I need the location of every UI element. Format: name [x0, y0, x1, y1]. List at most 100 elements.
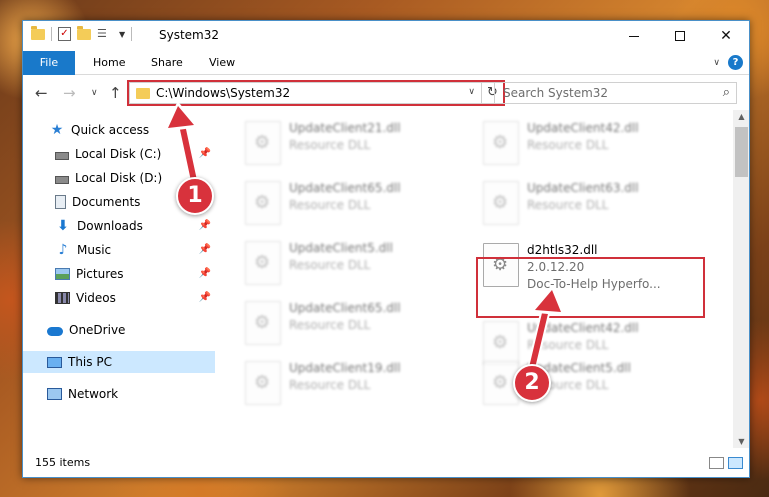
file-text: UpdateClient63.dll Resource DLL — [527, 178, 639, 228]
search-box[interactable]: Search System32 ⌕ — [494, 82, 737, 104]
file-description: Resource DLL — [289, 198, 371, 212]
sidebar-item-music[interactable]: ♪ Music 📌 — [23, 239, 215, 261]
sidebar-item-label: Network — [68, 387, 119, 401]
scroll-down-arrow-icon[interactable]: ▼ — [733, 437, 749, 446]
pin-icon: 📌 — [198, 268, 211, 279]
sidebar-item-label: Downloads — [77, 219, 143, 233]
navigation-bar: ← → ∨ ↑ C:\Windows\System32 ∨ ↻ Search S… — [23, 76, 749, 110]
expand-ribbon-icon[interactable]: ∨ — [713, 58, 720, 68]
sidebar-item-onedrive[interactable]: OneDrive — [23, 319, 215, 341]
sidebar-item-label: OneDrive — [69, 323, 126, 337]
sidebar-item-label: Videos — [76, 291, 116, 305]
file-name: UpdateClient5.dll — [289, 241, 393, 255]
search-icon[interactable]: ⌕ — [723, 85, 730, 100]
sidebar-item-downloads[interactable]: ⬇ Downloads 📌 — [23, 215, 215, 237]
quick-access-toolbar: ✓ ☰ ▼ — [31, 25, 133, 41]
file-item[interactable]: ⚙ UpdateClient65.dll Resource DLL — [245, 298, 475, 348]
status-bar: 155 items — [23, 448, 749, 477]
gear-icon: ⚙ — [492, 372, 509, 393]
file-item[interactable]: ⚙ UpdateClient63.dll Resource DLL — [483, 178, 713, 228]
sidebar-item-quick-access[interactable]: ★ Quick access — [23, 119, 215, 141]
sidebar-item-label: This PC — [68, 355, 112, 369]
file-description: Resource DLL — [289, 378, 371, 392]
toolbar-divider — [131, 27, 133, 41]
forward-arrow-icon[interactable]: → — [63, 84, 76, 102]
file-name: UpdateClient42.dll — [527, 121, 639, 135]
minimize-icon — [629, 35, 639, 37]
sidebar-item-label: Local Disk (C:) — [75, 147, 162, 161]
sidebar-item-this-pc[interactable]: This PC — [23, 351, 215, 373]
file-name: UpdateClient65.dll — [289, 181, 401, 195]
vertical-scrollbar[interactable]: ▲ ▼ — [733, 110, 749, 448]
sidebar-item-label: Music — [77, 243, 112, 257]
sidebar-item-network[interactable]: Network — [23, 383, 215, 405]
file-list: ⚙ UpdateClient21.dll Resource DLL ⚙ Upda… — [215, 110, 733, 448]
address-highlight-box — [127, 80, 505, 106]
dll-file-icon: ⚙ — [245, 301, 281, 345]
tiles-view-icon[interactable] — [728, 457, 743, 469]
file-text: UpdateClient65.dll Resource DLL — [289, 298, 401, 348]
back-arrow-icon[interactable]: ← — [35, 84, 48, 102]
file-text: UpdateClient21.dll Resource DLL — [289, 118, 401, 168]
tab-view[interactable]: View — [209, 51, 235, 75]
pin-icon: 📌 — [198, 292, 211, 303]
file-text: UpdateClient19.dll Resource DLL — [289, 358, 401, 408]
maximize-button[interactable] — [657, 21, 703, 51]
search-input[interactable]: Search System32 — [503, 86, 608, 100]
sidebar-item-label: Quick access — [71, 123, 150, 137]
new-folder-icon[interactable] — [77, 25, 91, 40]
customize-toolbar-icon[interactable]: ☰ — [97, 27, 113, 41]
music-icon: ♪ — [58, 242, 68, 258]
file-name: UpdateClient19.dll — [289, 361, 401, 375]
file-item[interactable]: ⚙ UpdateClient42.dll Resource DLL — [483, 118, 713, 168]
file-name: UpdateClient63.dll — [527, 181, 639, 195]
tab-share[interactable]: Share — [151, 51, 183, 75]
details-view-icon[interactable] — [709, 457, 724, 469]
scrollbar-thumb[interactable] — [735, 127, 748, 177]
ribbon-right-controls: ∨ ? — [713, 55, 743, 70]
sidebar-item-label: Pictures — [76, 267, 124, 281]
sidebar-item-local-disk-c[interactable]: Local Disk (C:) 📌 — [23, 143, 215, 165]
file-description: Resource DLL — [289, 318, 371, 332]
help-icon[interactable]: ? — [728, 55, 743, 70]
file-item[interactable]: ⚙ UpdateClient19.dll Resource DLL — [245, 358, 475, 408]
ribbon: File Home Share View ∨ ? — [23, 51, 749, 75]
star-icon: ★ — [50, 122, 64, 138]
computer-icon — [47, 356, 62, 368]
dll-file-icon: ⚙ — [245, 241, 281, 285]
pin-icon: 📌 — [198, 148, 211, 159]
network-icon — [47, 388, 62, 400]
disk-icon — [55, 152, 69, 160]
file-item[interactable]: ⚙ UpdateClient21.dll Resource DLL — [245, 118, 475, 168]
file-item[interactable]: ⚙ UpdateClient5.dll Resource DLL — [245, 238, 475, 288]
recent-locations-chevron-icon[interactable]: ∨ — [91, 88, 98, 98]
videos-icon — [55, 292, 70, 304]
pin-icon: 📌 — [198, 244, 211, 255]
file-text: UpdateClient65.dll Resource DLL — [289, 178, 401, 228]
sidebar-item-pictures[interactable]: Pictures 📌 — [23, 263, 215, 285]
tab-home[interactable]: Home — [93, 51, 125, 75]
disk-icon — [55, 176, 69, 184]
close-button[interactable]: ✕ — [703, 21, 749, 51]
folder-icon[interactable] — [31, 25, 45, 40]
file-item[interactable]: ⚙ UpdateClient65.dll Resource DLL — [245, 178, 475, 228]
file-description: Resource DLL — [527, 338, 609, 352]
close-icon: ✕ — [720, 28, 732, 44]
toolbar-divider — [51, 27, 52, 41]
chevron-down-icon[interactable]: ▼ — [119, 30, 125, 39]
up-arrow-icon[interactable]: ↑ — [109, 84, 122, 102]
cloud-icon — [47, 327, 63, 336]
properties-check-icon[interactable]: ✓ — [58, 27, 71, 41]
dll-file-icon: ⚙ — [245, 361, 281, 405]
window-controls: ✕ — [611, 21, 749, 51]
file-description: Resource DLL — [289, 258, 371, 272]
window-title: System32 — [159, 28, 220, 42]
maximize-icon — [675, 31, 685, 41]
scroll-up-arrow-icon[interactable]: ▲ — [733, 112, 749, 121]
gear-icon: ⚙ — [254, 252, 271, 273]
tab-file[interactable]: File — [23, 51, 75, 75]
callout-1: 1 — [176, 177, 214, 215]
view-buttons — [709, 457, 743, 469]
sidebar-item-videos[interactable]: Videos 📌 — [23, 287, 215, 309]
minimize-button[interactable] — [611, 21, 657, 51]
